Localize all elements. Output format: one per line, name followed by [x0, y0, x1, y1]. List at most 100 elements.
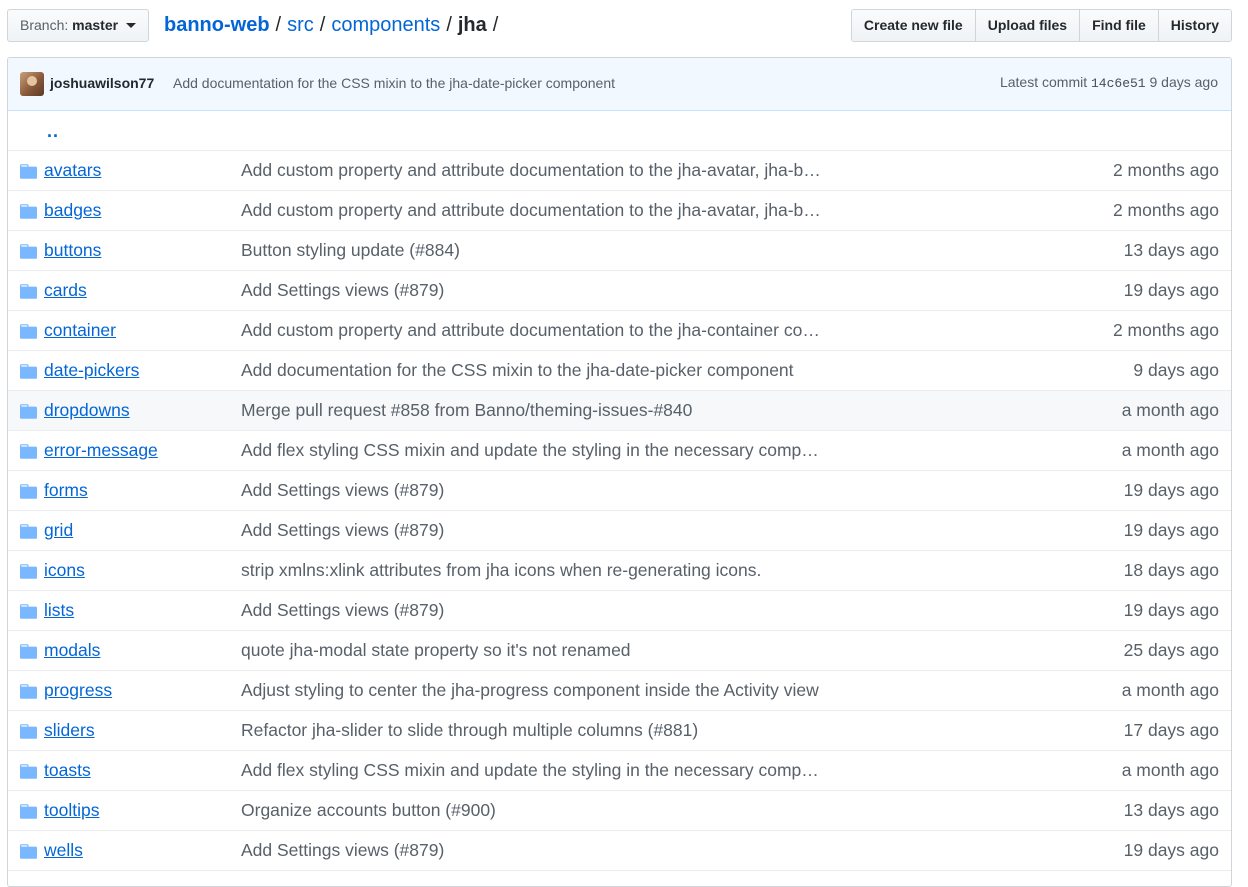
upload-files-button[interactable]: Upload files	[974, 10, 1080, 41]
breadcrumb: banno-web / src / components / jha /	[164, 12, 504, 38]
folder-icon	[20, 563, 37, 579]
latest-commit-bar: joshuawilson77 Add documentation for the…	[8, 58, 1231, 111]
file-row: dropdowns Merge pull request #858 from Ba…	[8, 391, 1231, 431]
commit-age: 19 days ago	[1123, 600, 1219, 620]
breadcrumb-separator: /	[275, 14, 282, 36]
commit-message-link[interactable]: Add custom property and attribute docume…	[241, 320, 821, 341]
folder-link[interactable]: modals	[44, 640, 100, 661]
folder-link[interactable]: container	[44, 320, 116, 341]
history-button[interactable]: History	[1157, 10, 1231, 41]
commit-age: a month ago	[1121, 440, 1219, 460]
folder-link[interactable]: date-pickers	[44, 360, 139, 381]
folder-link[interactable]: progress	[44, 680, 112, 701]
folder-link[interactable]: avatars	[44, 160, 101, 181]
commit-age: 9 days ago	[1133, 360, 1219, 380]
commit-message-link[interactable]: Add Settings views (#879)	[241, 480, 821, 501]
commit-message-link[interactable]: Add custom property and attribute docume…	[241, 160, 821, 181]
folder-link[interactable]: forms	[44, 480, 88, 501]
folder-link[interactable]: wells	[44, 840, 83, 861]
folder-icon	[20, 803, 37, 819]
commit-age: 19 days ago	[1123, 280, 1219, 300]
folder-icon	[20, 683, 37, 699]
commit-age: 19 days ago	[1123, 520, 1219, 540]
commit-message-link[interactable]: strip xmlns:xlink attributes from jha ic…	[241, 560, 821, 581]
commit-age: 13 days ago	[1123, 800, 1219, 820]
commit-message-link[interactable]: Add flex styling CSS mixin and update th…	[241, 760, 821, 781]
file-row: container Add custom property and attribu…	[8, 311, 1231, 351]
commit-sha-link[interactable]: 14c6e51	[1091, 76, 1146, 91]
commit-message-link[interactable]: Add documentation for the CSS mixin to t…	[173, 75, 615, 91]
commit-age: 17 days ago	[1123, 720, 1219, 740]
file-row: wells Add Settings views (#879) 19 days ag…	[8, 831, 1231, 871]
commit-age: 2 months ago	[1112, 160, 1219, 180]
commit-age: 2 months ago	[1112, 200, 1219, 220]
folder-icon	[20, 603, 37, 619]
folder-icon	[20, 323, 37, 339]
branch-name: master	[72, 17, 119, 33]
folder-icon	[20, 243, 37, 259]
commit-age: a month ago	[1121, 400, 1219, 420]
folder-link[interactable]: dropdowns	[44, 400, 130, 421]
commit-message-link[interactable]: Add Settings views (#879)	[241, 280, 821, 301]
file-row: forms Add Settings views (#879) 19 days ag…	[8, 471, 1231, 511]
file-row: error-message Add flex styling CSS mixin …	[8, 431, 1231, 471]
file-actions-group: Create new file Upload files Find file H…	[850, 9, 1232, 42]
folder-link[interactable]: badges	[44, 200, 101, 221]
commit-message-link[interactable]: Add custom property and attribute docume…	[241, 200, 821, 221]
folder-link[interactable]: toasts	[44, 760, 91, 781]
commit-age: 18 days ago	[1123, 560, 1219, 580]
parent-directory-link[interactable]: ..	[47, 121, 59, 142]
breadcrumb-separator: /	[319, 14, 326, 36]
commit-message-link[interactable]: Adjust styling to center the jha-progres…	[241, 680, 821, 701]
commit-message-link[interactable]: Add flex styling CSS mixin and update th…	[241, 440, 821, 461]
branch-label: Branch:	[20, 17, 69, 33]
breadcrumb-link-components[interactable]: components	[331, 14, 440, 36]
folder-icon	[20, 363, 37, 379]
folder-link[interactable]: icons	[44, 560, 85, 581]
breadcrumb-link-src[interactable]: src	[287, 14, 314, 36]
commit-message-link[interactable]: quote jha-modal state property so it's n…	[241, 640, 821, 661]
commit-message-link[interactable]: Merge pull request #858 from Banno/themi…	[241, 400, 821, 421]
commit-message-link[interactable]: Organize accounts button (#900)	[241, 800, 821, 821]
file-row: toasts Add flex styling CSS mixin and upd…	[8, 751, 1231, 791]
folder-icon	[20, 763, 37, 779]
folder-icon	[20, 403, 37, 419]
commit-age: 19 days ago	[1123, 840, 1219, 860]
commit-message-link[interactable]: Button styling update (#884)	[241, 240, 821, 261]
folder-icon	[20, 523, 37, 539]
folder-icon	[20, 483, 37, 499]
folder-link[interactable]: buttons	[44, 240, 101, 261]
folder-link[interactable]: sliders	[44, 720, 95, 741]
folder-link[interactable]: error-message	[44, 440, 158, 461]
commit-message-link[interactable]: Add Settings views (#879)	[241, 520, 821, 541]
breadcrumb-separator: /	[446, 14, 452, 36]
commit-age: 25 days ago	[1123, 640, 1219, 660]
create-new-file-button[interactable]: Create new file	[851, 10, 975, 41]
commit-message-link[interactable]: Refactor jha-slider to slide through mul…	[241, 720, 821, 741]
commit-age: 2 months ago	[1112, 320, 1219, 340]
breadcrumb-repo-link[interactable]: banno-web	[164, 14, 270, 36]
commit-message-link[interactable]: Add Settings views (#879)	[241, 600, 821, 621]
commit-age: 9 days ago	[1149, 74, 1219, 90]
file-row: icons strip xmlns:xlink attributes from j…	[8, 551, 1231, 591]
avatar[interactable]	[20, 72, 44, 96]
commit-author-link[interactable]: joshuawilson77	[50, 75, 154, 91]
commit-message-link[interactable]: Add Settings views (#879)	[241, 840, 821, 861]
file-list: avatars Add custom property and attribute…	[8, 151, 1231, 871]
file-row: tooltips Organize accounts button (#900) 1…	[8, 791, 1231, 831]
folder-icon	[20, 203, 37, 219]
commit-age: a month ago	[1121, 760, 1219, 780]
folder-link[interactable]: tooltips	[44, 800, 99, 821]
folder-icon	[20, 163, 37, 179]
file-row: avatars Add custom property and attribute…	[8, 151, 1231, 191]
folder-link[interactable]: grid	[44, 520, 73, 541]
latest-commit-meta: Latest commit 14c6e51 9 days ago	[1000, 74, 1218, 91]
branch-select-button[interactable]: Branch: master	[7, 9, 149, 42]
commit-message-link[interactable]: Add documentation for the CSS mixin to t…	[241, 360, 821, 381]
parent-directory-row: ..	[8, 111, 1231, 151]
find-file-button[interactable]: Find file	[1079, 10, 1158, 41]
file-navigation: Branch: master banno-web / src / components /…	[0, 0, 1248, 54]
folder-link[interactable]: cards	[44, 280, 87, 301]
folder-icon	[20, 723, 37, 739]
folder-link[interactable]: lists	[44, 600, 74, 621]
